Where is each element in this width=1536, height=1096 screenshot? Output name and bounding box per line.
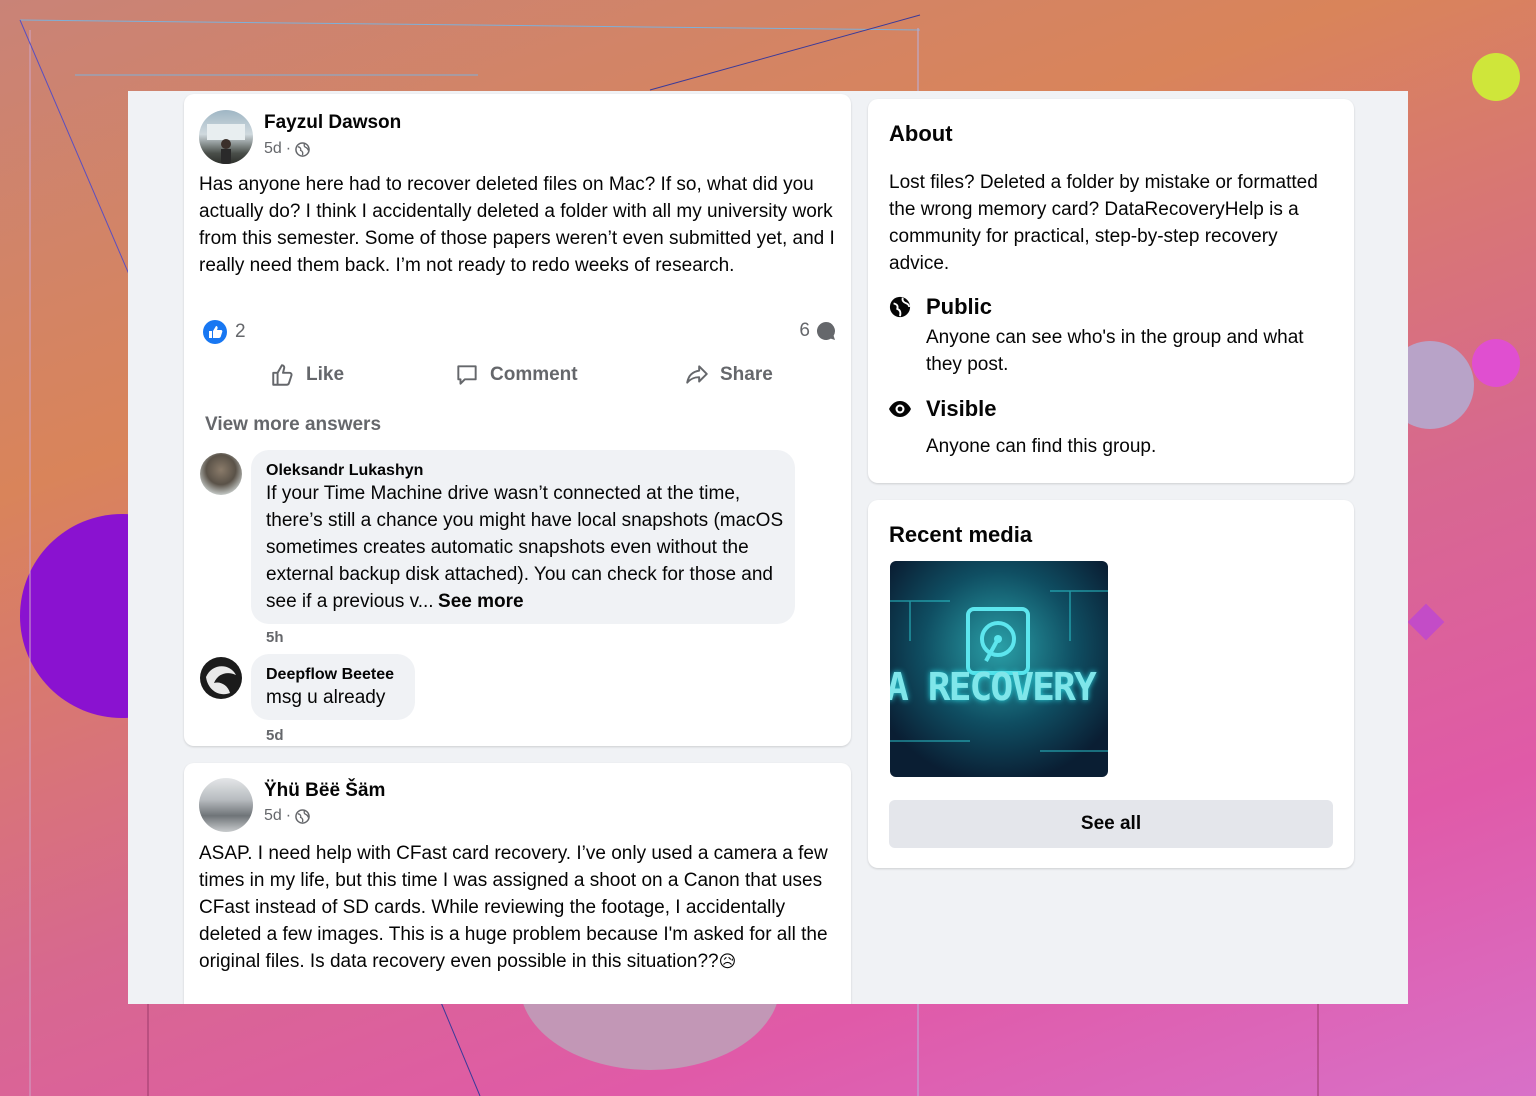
reaction-summary[interactable]: 2 — [203, 320, 246, 344]
like-button[interactable]: Like — [270, 362, 344, 388]
comment-bubble: Deepflow Beetee msg u already — [251, 654, 415, 720]
post-author-name[interactable]: Ÿhü Bëë Šäm — [264, 780, 385, 802]
author-avatar[interactable] — [199, 110, 253, 164]
privacy-public-desc: Anyone can see who's in the group and wh… — [926, 327, 1304, 375]
comment-time[interactable]: 5h — [266, 629, 284, 646]
globe-icon — [889, 296, 911, 318]
see-all-button[interactable]: See all — [889, 800, 1333, 848]
comment-button[interactable]: Comment — [454, 362, 578, 388]
recent-media-card: Recent media A RECOVERY H See all — [868, 500, 1354, 868]
recent-media-title: Recent media — [889, 522, 1033, 547]
post-time[interactable]: 5d — [264, 807, 282, 825]
reaction-count: 2 — [235, 321, 246, 342]
comment-bubble-icon — [816, 321, 835, 340]
media-thumbnail-text: A RECOVERY H — [890, 665, 1108, 709]
privacy-public-title: Public — [926, 294, 993, 319]
see-more-link[interactable]: See more — [438, 591, 524, 612]
post-time[interactable]: 5d — [264, 140, 282, 158]
commenter-avatar[interactable] — [200, 453, 242, 495]
commenter-avatar[interactable] — [200, 657, 242, 699]
comment-author-name[interactable]: Deepflow Beetee — [266, 666, 394, 684]
view-more-answers-link[interactable]: View more answers — [205, 414, 381, 436]
comment-author-name[interactable]: Oleksandr Lukashyn — [266, 462, 786, 480]
post-card: Ÿhü Bëë Šäm 5d · ASAP. I need help with … — [184, 763, 851, 1004]
comment-icon — [457, 365, 477, 385]
about-card: About Lost files? Deleted a folder by mi… — [868, 99, 1354, 483]
comment-count[interactable]: 6 — [799, 320, 836, 342]
post-author-name[interactable]: Fayzul Dawson — [264, 112, 401, 134]
comment-bubble: Oleksandr Lukashyn If your Time Machine … — [251, 450, 795, 624]
share-button[interactable]: Share — [684, 362, 773, 388]
media-thumbnail[interactable]: A RECOVERY H — [890, 561, 1108, 777]
post-body: Has anyone here had to recover deleted f… — [199, 174, 835, 276]
post-body: ASAP. I need help with CFast card recove… — [199, 843, 828, 972]
eye-icon — [889, 401, 911, 417]
about-title: About — [889, 121, 953, 146]
like-reaction-icon — [203, 320, 227, 344]
comment-time[interactable]: 5d — [266, 727, 284, 744]
share-icon — [686, 365, 708, 384]
visibility-desc: Anyone can find this group. — [926, 436, 1157, 457]
visibility-title: Visible — [926, 396, 997, 421]
person-icon — [207, 124, 245, 164]
thumbs-up-icon — [272, 364, 293, 386]
about-description: Lost files? Deleted a folder by mistake … — [889, 172, 1318, 274]
post-card: Fayzul Dawson 5d · Has anyone here had t… — [184, 94, 851, 746]
post-meta: 5d · — [264, 140, 310, 158]
abstract-avatar-icon — [206, 666, 236, 695]
globe-icon — [295, 808, 310, 824]
comment-text: If your Time Machine drive wasn’t connec… — [266, 483, 784, 612]
globe-icon — [295, 141, 310, 157]
author-avatar[interactable] — [199, 778, 253, 832]
comment-text: msg u already — [266, 687, 386, 708]
post-meta: 5d · — [264, 807, 310, 825]
sad-emoji-icon: 😥 — [718, 952, 737, 971]
main-panel: Fayzul Dawson 5d · Has anyone here had t… — [128, 91, 1408, 1004]
